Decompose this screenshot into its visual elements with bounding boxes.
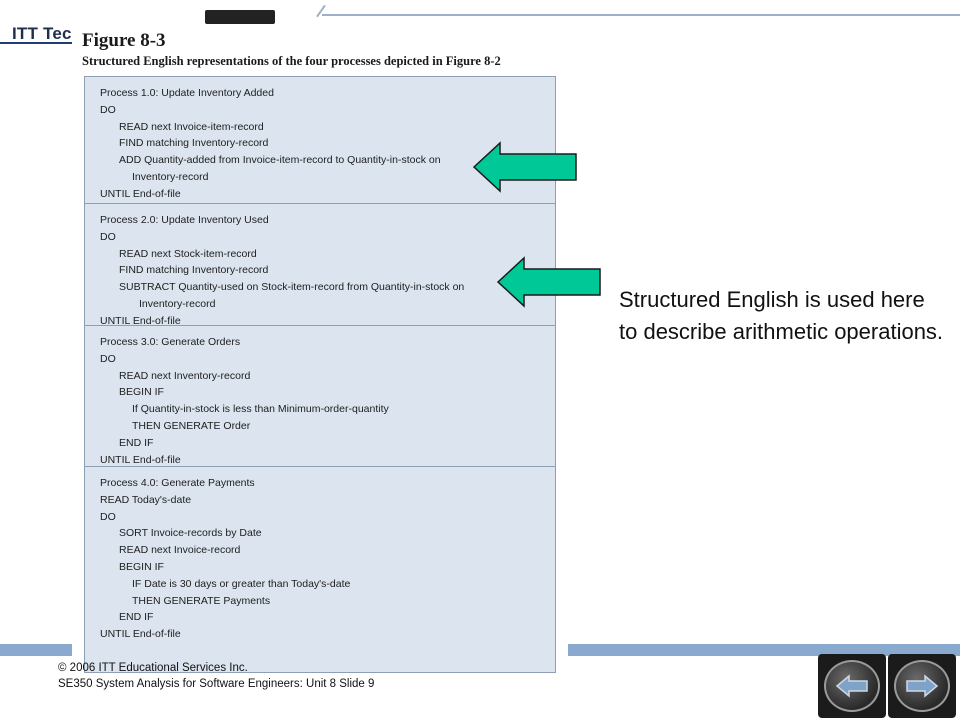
code-line: SUBTRACT Quantity-used on Stock-item-rec… (119, 281, 465, 294)
code-line: THEN GENERATE Order (132, 420, 251, 432)
code-line: READ next Invoice-item-record (119, 120, 264, 133)
figure-panel: Figure 8-3 Structured English representa… (72, 24, 568, 673)
process-block-3: Process 3.0: Generate Orders DO READ next … (85, 326, 555, 467)
itt-logo: ITT Tec (12, 24, 72, 43)
figure-title: Figure 8-3 (82, 30, 166, 51)
code-line: Inventory-record (132, 171, 209, 183)
code-line: Process 3.0: Generate Orders (100, 336, 241, 348)
arrow-left-icon (472, 141, 577, 193)
arrow-left-icon (835, 674, 868, 698)
footer-band-left (0, 644, 72, 656)
code-line: DO (100, 352, 116, 365)
code-line: BEGIN IF (119, 561, 164, 573)
code-line: READ next Stock-item-record (119, 247, 257, 260)
code-line: DO (100, 510, 116, 523)
code-line: Process 4.0: Generate Payments (100, 477, 255, 489)
process-block-2: Process 2.0: Update Inventory Used DO READ… (85, 204, 555, 327)
code-line: SORT Invoice-records by Date (119, 527, 262, 540)
header-logo-graphic (205, 10, 275, 24)
code-line: READ next Inventory-record (119, 369, 251, 382)
footer-course: SE350 System Analysis for Software Engin… (58, 678, 375, 690)
code-line: END IF (119, 611, 154, 624)
code-line: THEN GENERATE Payments (132, 594, 271, 607)
code-line: DO (100, 230, 116, 243)
code-line: Process 2.0: Update Inventory Used (100, 214, 269, 226)
code-line: Process 1.0: Update Inventory Added (100, 87, 274, 99)
explanation-note: Structured English is used here to descr… (619, 287, 944, 344)
code-line: UNTIL End-of-file (100, 628, 181, 641)
code-line: Inventory-record (139, 298, 216, 310)
arrow-right-icon (906, 674, 939, 698)
code-line: UNTIL End-of-file (100, 453, 181, 466)
code-line: IF Date is 30 days or greater than Today… (132, 577, 351, 590)
figure-caption: Structured English representations of th… (82, 54, 501, 68)
header-rule (0, 42, 78, 44)
next-slide-button[interactable] (888, 654, 956, 718)
code-line: ADD Quantity-added from Invoice-item-rec… (119, 154, 441, 167)
code-line: UNTIL End-of-file (100, 187, 181, 200)
code-line: END IF (119, 436, 154, 449)
arrow-left-icon (496, 256, 601, 308)
code-line: READ Today's-date (100, 493, 192, 506)
header-divider (322, 14, 960, 16)
code-line: FIND matching Inventory-record (119, 137, 269, 150)
code-line: DO (100, 103, 116, 116)
footer-copyright: © 2006 ITT Educational Services Inc. (58, 662, 248, 674)
code-line: READ next Invoice-record (119, 544, 241, 557)
code-line: If Quantity-in-stock is less than Minimu… (132, 403, 389, 416)
process-block-4: Process 4.0: Generate Payments READ Today… (85, 467, 555, 672)
code-line: BEGIN IF (119, 386, 164, 399)
previous-slide-button[interactable] (818, 654, 886, 718)
code-line: FIND matching Inventory-record (119, 264, 269, 277)
code-line: UNTIL End-of-file (100, 314, 181, 327)
